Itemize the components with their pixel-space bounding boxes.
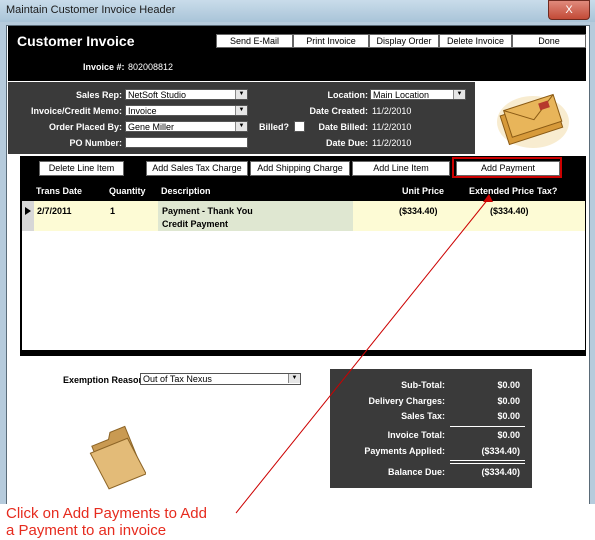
row-extended-price: ($334.40) [490,206,529,216]
add-payment-highlight [452,157,562,178]
location-select[interactable]: Main Location ▼ [370,89,466,100]
done-button[interactable]: Done [512,34,586,48]
invoice-memo-value: Invoice [128,106,157,116]
send-email-button[interactable]: Send E-Mail [216,34,293,48]
subtotal-label: Sub-Total: [401,380,445,390]
page-title: Customer Invoice [17,33,135,49]
date-billed-value: 11/2/2010 [372,122,412,132]
invoice-info-panel: Sales Rep: NetSoft Studio ▼ Invoice/Credi… [8,82,475,154]
exemption-value: Out of Tax Nexus [143,374,212,384]
placed-by-select[interactable]: Gene Miller ▼ [125,121,248,132]
divider [450,460,525,461]
billed-label: Billed? [258,122,289,132]
invoice-number: 802008812 [128,62,174,72]
sales-rep-label: Sales Rep: [75,90,122,100]
chevron-down-icon[interactable]: ▼ [235,106,247,115]
date-due-value: 11/2/2010 [372,138,412,148]
row-unit-price: ($334.40) [399,206,438,216]
divider [450,426,525,427]
date-billed-label: Date Billed: [318,122,368,132]
po-number-input[interactable] [125,137,248,148]
date-created-value: 11/2/2010 [372,106,412,116]
col-trans-date: Trans Date [36,186,83,196]
chevron-down-icon[interactable]: ▼ [235,90,247,99]
row-trans-date: 2/7/2011 [37,206,72,216]
sales-rep-select[interactable]: NetSoft Studio ▼ [125,89,248,100]
chevron-down-icon[interactable]: ▼ [288,374,300,383]
col-extended-price: Extended Price [469,186,535,196]
invoice-total-value: $0.00 [497,430,520,440]
col-description: Description [161,186,211,196]
col-unit-price: Unit Price [402,186,445,196]
add-line-item-button[interactable]: Add Line Item [352,161,450,176]
row-selector[interactable] [22,201,34,231]
payments-applied-value: ($334.40) [481,446,520,456]
placed-by-value: Gene Miller [128,122,175,132]
add-shipping-button[interactable]: Add Shipping Charge [250,161,350,176]
close-button[interactable]: X [548,0,590,20]
delete-invoice-button[interactable]: Delete Invoice [439,34,512,48]
exemption-select[interactable]: Out of Tax Nexus ▼ [140,373,301,385]
col-quantity: Quantity [109,186,146,196]
delete-line-item-button[interactable]: Delete Line Item [39,161,124,176]
invoice-header: Customer Invoice Send E-Mail Print Invoi… [8,26,586,81]
col-tax: Tax? [537,186,558,196]
logo-area [475,82,586,154]
row-description-line1: Payment - Thank You [162,206,253,216]
invoice-memo-select[interactable]: Invoice ▼ [125,105,248,116]
delivery-value: $0.00 [497,396,520,406]
balance-due-label: Balance Due: [387,467,445,477]
print-invoice-button[interactable]: Print Invoice [293,34,369,48]
subtotal-value: $0.00 [497,380,520,390]
placed-by-label: Order Placed By: [48,122,122,132]
grid-empty-area [22,231,585,350]
delivery-label: Delivery Charges: [368,396,445,406]
po-number-label: PO Number: [69,138,122,148]
invoice-total-label: Invoice Total: [387,430,445,440]
folder-icon [89,425,146,490]
window-title: Maintain Customer Invoice Header [6,4,176,16]
location-value: Main Location [373,90,430,100]
envelope-logo [497,93,569,148]
balance-due-value: ($334.40) [481,467,520,477]
annotation-text: Click on Add Payments to Add a Payment t… [6,505,207,539]
payments-applied-label: Payments Applied: [364,446,445,456]
sales-tax-label: Sales Tax: [401,411,445,421]
chevron-down-icon[interactable]: ▼ [453,90,465,99]
date-created-label: Date Created: [309,106,368,116]
location-label: Location: [327,90,369,100]
sales-rep-value: NetSoft Studio [128,90,187,100]
divider [450,463,525,464]
exemption-label: Exemption Reason: [63,375,148,385]
row-quantity: 1 [110,206,116,216]
window-titlebar: Maintain Customer Invoice Header X [0,0,595,23]
add-sales-tax-button[interactable]: Add Sales Tax Charge [146,161,248,176]
sales-tax-value: $0.00 [497,411,520,421]
date-due-label: Date Due: [325,138,368,148]
invoice-memo-label: Invoice/Credit Memo: [30,106,122,116]
row-description-line2: Credit Payment [162,219,229,229]
chevron-down-icon[interactable]: ▼ [235,122,247,131]
invoice-number-label: Invoice #: [83,62,125,72]
row-pointer-icon [25,207,31,215]
display-order-button[interactable]: Display Order [369,34,439,48]
